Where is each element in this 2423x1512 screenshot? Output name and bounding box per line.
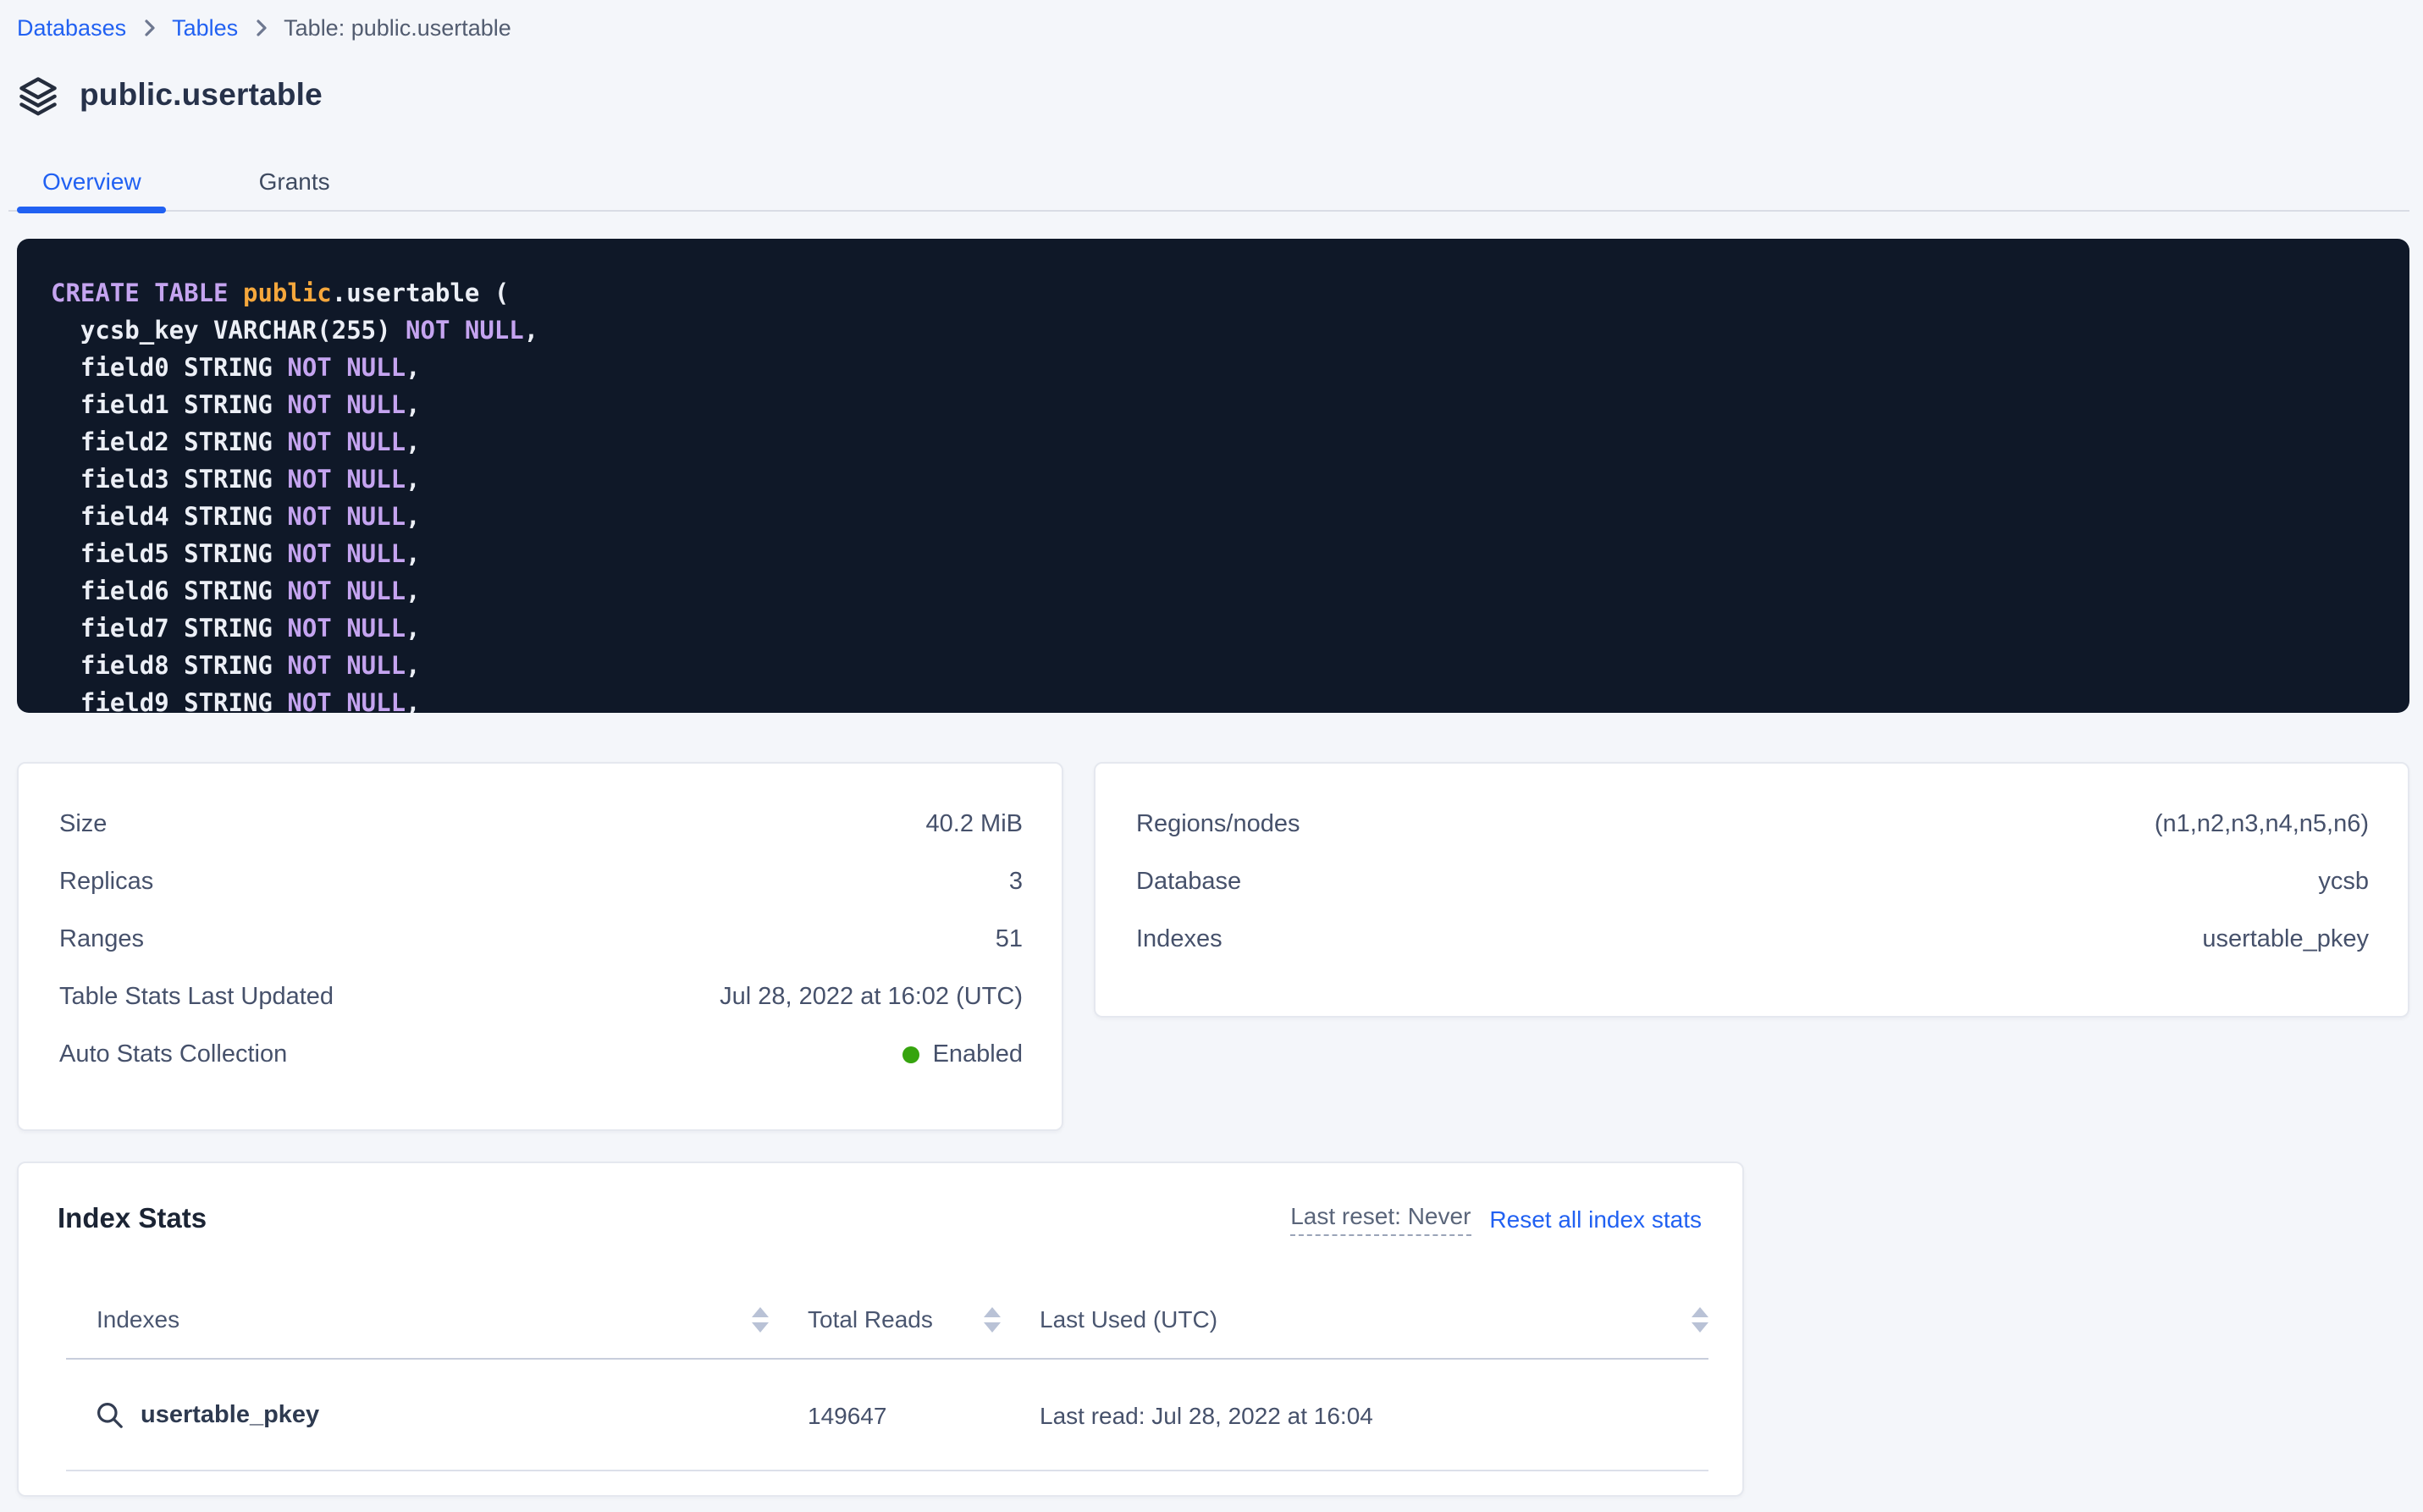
total-reads-value: 149647 <box>808 1401 886 1428</box>
breadcrumb: Databases Tables Table: public.usertable <box>0 0 2423 44</box>
stat-row-database: Database ycsb <box>1096 853 2408 911</box>
index-table-header-row: Indexes Total Reads Last Used (UTC) <box>66 1280 1708 1360</box>
stat-row-stats-updated: Table Stats Last Updated Jul 28, 2022 at… <box>19 968 1062 1026</box>
status-text: Enabled <box>933 1041 1023 1068</box>
stat-label: Regions/nodes <box>1136 811 1300 838</box>
table-stats-card: Size 40.2 MiB Replicas 3 Ranges 51 Table… <box>17 762 1063 1131</box>
last-reset-label: Last reset: Never <box>1290 1202 1471 1236</box>
column-header-indexes[interactable]: Indexes <box>66 1280 769 1358</box>
page-header: public.usertable <box>17 69 2423 120</box>
chevron-right-icon <box>141 18 157 36</box>
column-label: Total Reads <box>808 1305 933 1333</box>
breadcrumb-link-tables[interactable]: Tables <box>172 14 238 40</box>
stat-value: usertable_pkey <box>2202 926 2369 953</box>
column-label: Last Used (UTC) <box>1040 1305 1217 1333</box>
stat-row-size: Size 40.2 MiB <box>19 796 1062 853</box>
search-icon <box>95 1399 125 1430</box>
stat-label: Indexes <box>1136 926 1223 953</box>
index-stats-table: Indexes Total Reads Last Used (UTC) <box>66 1280 1708 1471</box>
column-header-last-used[interactable]: Last Used (UTC) <box>1001 1280 1708 1358</box>
index-stats-title: Index Stats <box>58 1203 207 1235</box>
page-title: public.usertable <box>80 76 323 113</box>
stat-row-regions: Regions/nodes (n1,n2,n3,n4,n5,n6) <box>1096 796 2408 853</box>
sort-arrows-icon <box>984 1306 1001 1332</box>
stat-label: Table Stats Last Updated <box>59 984 334 1011</box>
stat-row-indexes: Indexes usertable_pkey <box>1096 911 2408 968</box>
tab-overview[interactable]: Overview <box>17 149 167 212</box>
stats-cards-row: Size 40.2 MiB Replicas 3 Ranges 51 Table… <box>17 762 2409 1131</box>
stat-label: Database <box>1136 869 1241 896</box>
stat-row-replicas: Replicas 3 <box>19 853 1062 911</box>
index-table-row: usertable_pkey 149647 Last read: Jul 28,… <box>66 1360 1708 1471</box>
stat-label: Ranges <box>59 926 144 953</box>
stat-value: Enabled <box>902 1041 1023 1068</box>
reset-index-stats-link[interactable]: Reset all index stats <box>1489 1206 1702 1233</box>
stat-value: ycsb <box>2318 869 2369 896</box>
stat-value: 51 <box>996 926 1023 953</box>
stat-label: Auto Stats Collection <box>59 1041 287 1068</box>
breadcrumb-link-databases[interactable]: Databases <box>17 14 126 40</box>
total-reads-cell: 149647 <box>769 1360 1001 1470</box>
table-stack-icon <box>17 74 59 116</box>
stat-row-ranges: Ranges 51 <box>19 911 1062 968</box>
sort-arrows-icon <box>1692 1306 1708 1332</box>
column-header-total-reads[interactable]: Total Reads <box>769 1280 1001 1358</box>
create-statement-code-block: CREATE TABLE public.usertable ( ycsb_key… <box>17 239 2409 713</box>
index-stats-card: Index Stats Last reset: Never Reset all … <box>17 1162 1744 1497</box>
stat-value: (n1,n2,n3,n4,n5,n6) <box>2155 811 2369 838</box>
column-label: Indexes <box>97 1305 179 1333</box>
index-name-cell[interactable]: usertable_pkey <box>66 1360 769 1470</box>
last-used-value: Last read: Jul 28, 2022 at 16:04 <box>1040 1401 1373 1428</box>
breadcrumb-current: Table: public.usertable <box>284 14 511 40</box>
sort-arrows-icon <box>752 1306 769 1332</box>
last-used-cell: Last read: Jul 28, 2022 at 16:04 <box>1001 1360 1708 1470</box>
stat-value: 3 <box>1009 869 1023 896</box>
stat-row-auto-stats: Auto Stats Collection Enabled <box>19 1026 1062 1084</box>
index-stats-header: Index Stats Last reset: Never Reset all … <box>58 1194 1702 1244</box>
stat-value: 40.2 MiB <box>926 811 1023 838</box>
stat-label: Replicas <box>59 869 153 896</box>
table-details-card: Regions/nodes (n1,n2,n3,n4,n5,n6) Databa… <box>1094 762 2409 1018</box>
tab-bar: Overview Grants <box>0 149 2423 212</box>
tab-grants[interactable]: Grants <box>234 149 356 212</box>
status-enabled-dot-icon <box>902 1046 919 1063</box>
chevron-right-icon <box>253 18 268 36</box>
stat-label: Size <box>59 811 107 838</box>
table-details-page: Databases Tables Table: public.usertable… <box>0 0 2423 1512</box>
index-name: usertable_pkey <box>141 1401 319 1428</box>
stat-value: Jul 28, 2022 at 16:02 (UTC) <box>720 984 1023 1011</box>
